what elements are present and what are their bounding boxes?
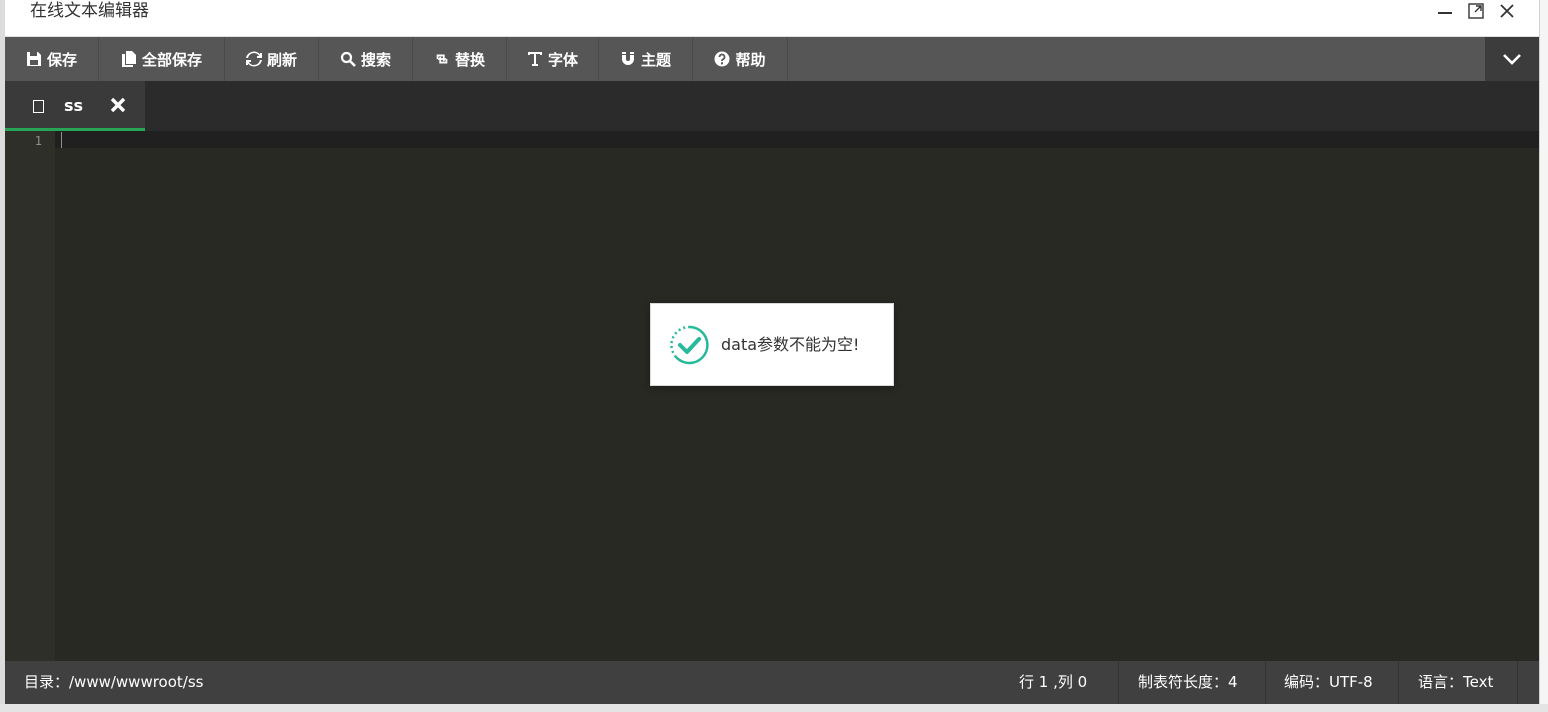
check-circle-icon (670, 325, 709, 365)
theme-button-label: 主题 (640, 50, 671, 69)
right-edge (1539, 0, 1548, 712)
status-divider (1398, 661, 1399, 704)
file-icon (33, 100, 44, 113)
magnet-icon (621, 52, 634, 65)
toolbar: 保存 全部保存 刷新 搜索 替换 字体 主题 帮助 (5, 37, 1539, 81)
refresh-button[interactable]: 刷新 (225, 37, 319, 81)
active-line-highlight (55, 131, 1539, 148)
search-button-label: 搜索 (360, 50, 391, 69)
line-gutter: 1 (5, 131, 55, 661)
maximize-icon (1468, 3, 1484, 19)
text-cursor (61, 132, 62, 148)
text-height-icon (527, 52, 542, 66)
bottom-edge (0, 704, 1548, 712)
status-directory: 目录：/www/wwwroot/ss (24, 673, 204, 691)
copy-icon (121, 51, 136, 67)
status-divider (1118, 661, 1119, 704)
toast-text: data参数不能为空! (721, 335, 860, 354)
save-all-button[interactable]: 全部保存 (99, 37, 225, 81)
status-tab-size[interactable]: 制表符长度：4 (1138, 661, 1238, 704)
status-encoding[interactable]: 编码：UTF-8 (1284, 661, 1373, 704)
close-icon (1500, 4, 1514, 18)
window-title: 在线文本编辑器 (30, 1, 149, 21)
toast-message: data参数不能为空! (650, 303, 894, 386)
collapse-toolbar-button[interactable] (1485, 37, 1539, 81)
replace-button-label: 替换 (454, 50, 485, 69)
editor-window: 在线文本编辑器 保存 全部保存 刷新 搜索 替换 字体 主题 帮助 ss 1 d… (5, 0, 1539, 704)
maximize-button[interactable] (1464, 2, 1488, 24)
help-button-label: 帮助 (735, 50, 766, 69)
close-window-button[interactable] (1495, 2, 1519, 24)
status-position: 行 1 ,列 0 (1019, 673, 1088, 691)
retweet-icon (436, 54, 448, 64)
tab-bar: ss (5, 81, 1539, 131)
save-button[interactable]: 保存 (5, 37, 99, 81)
status-divider (1265, 661, 1266, 704)
refresh-icon (245, 51, 262, 67)
font-button-label: 字体 (547, 50, 578, 69)
refresh-button-label: 刷新 (266, 50, 297, 69)
minimize-button[interactable] (1433, 2, 1457, 24)
replace-button[interactable]: 替换 (413, 37, 507, 81)
line-number: 1 (34, 134, 42, 148)
save-icon (26, 52, 41, 66)
status-language[interactable]: 语言：Text (1418, 661, 1493, 704)
tab-ss[interactable]: ss (5, 81, 145, 131)
save-all-button-label: 全部保存 (141, 50, 202, 69)
theme-button[interactable]: 主题 (599, 37, 693, 81)
help-button[interactable]: 帮助 (693, 37, 788, 81)
question-circle-icon (714, 51, 730, 67)
search-icon (340, 51, 356, 67)
chevron-down-icon (1503, 54, 1521, 65)
title-bar: 在线文本编辑器 (5, 0, 1539, 37)
status-bar: 目录：/www/wwwroot/ss 行 1 ,列 0 制表符长度：4 编码：U… (5, 661, 1539, 704)
minimize-icon (1438, 12, 1452, 14)
font-button[interactable]: 字体 (507, 37, 599, 81)
code-editor[interactable]: 1 (5, 131, 1539, 661)
close-icon[interactable] (108, 95, 128, 115)
tab-label: ss (64, 96, 84, 115)
status-divider (1517, 661, 1518, 704)
search-button[interactable]: 搜索 (319, 37, 413, 81)
save-button-label: 保存 (46, 50, 77, 69)
